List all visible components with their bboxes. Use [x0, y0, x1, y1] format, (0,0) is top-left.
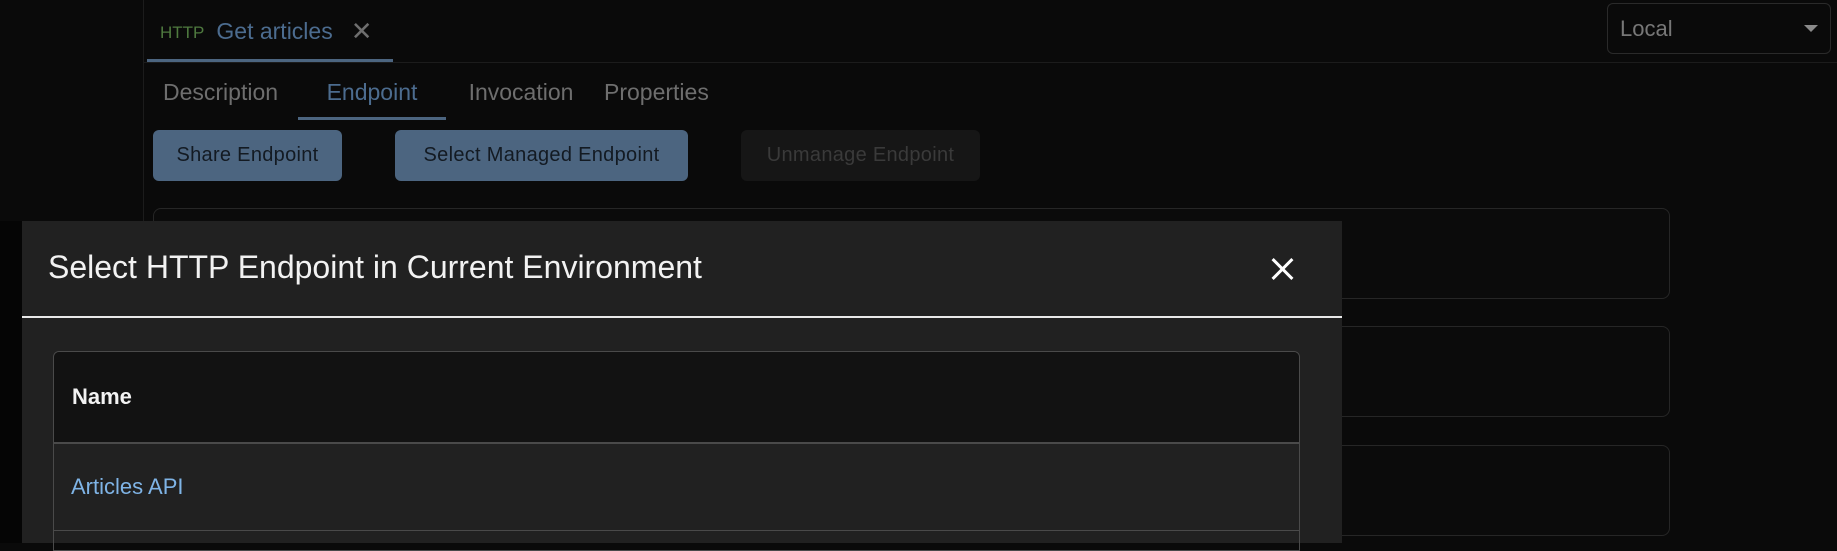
close-icon[interactable] — [1265, 252, 1299, 286]
table-header: Name — [54, 352, 1299, 444]
endpoint-subtabs: Description Endpoint Invocation Properti… — [153, 70, 717, 120]
select-endpoint-dialog: Select HTTP Endpoint in Current Environm… — [22, 221, 1342, 551]
environment-select-value: Local — [1620, 15, 1673, 41]
http-method-badge: HTTP — [160, 23, 205, 42]
endpoint-name-link[interactable]: Articles API — [71, 474, 183, 500]
document-tab-title: Get articles — [216, 17, 333, 44]
dialog-header: Select HTTP Endpoint in Current Environm… — [22, 221, 1342, 318]
tabbar-divider — [144, 62, 1837, 63]
endpoint-table: Name Articles API — [53, 351, 1300, 551]
tab-endpoint[interactable]: Endpoint — [298, 70, 446, 120]
column-header-name[interactable]: Name — [72, 384, 132, 410]
tab-description[interactable]: Description — [153, 70, 298, 120]
table-row[interactable]: Articles API — [54, 444, 1299, 531]
tab-properties[interactable]: Properties — [596, 70, 717, 120]
document-tab-get-articles[interactable]: HTTP Get articles ✕ — [147, 0, 393, 62]
active-tab-indicator — [147, 59, 393, 62]
tab-invocation[interactable]: Invocation — [446, 70, 596, 120]
chevron-down-icon — [1804, 25, 1818, 32]
select-managed-endpoint-button[interactable]: Select Managed Endpoint — [395, 130, 688, 181]
close-icon[interactable]: ✕ — [351, 18, 373, 44]
share-endpoint-button[interactable]: Share Endpoint — [153, 130, 342, 181]
unmanage-endpoint-button: Unmanage Endpoint — [741, 130, 980, 181]
environment-select[interactable]: Local — [1607, 3, 1831, 54]
dialog-title: Select HTTP Endpoint in Current Environm… — [48, 249, 702, 285]
modal-backdrop — [0, 221, 22, 543]
